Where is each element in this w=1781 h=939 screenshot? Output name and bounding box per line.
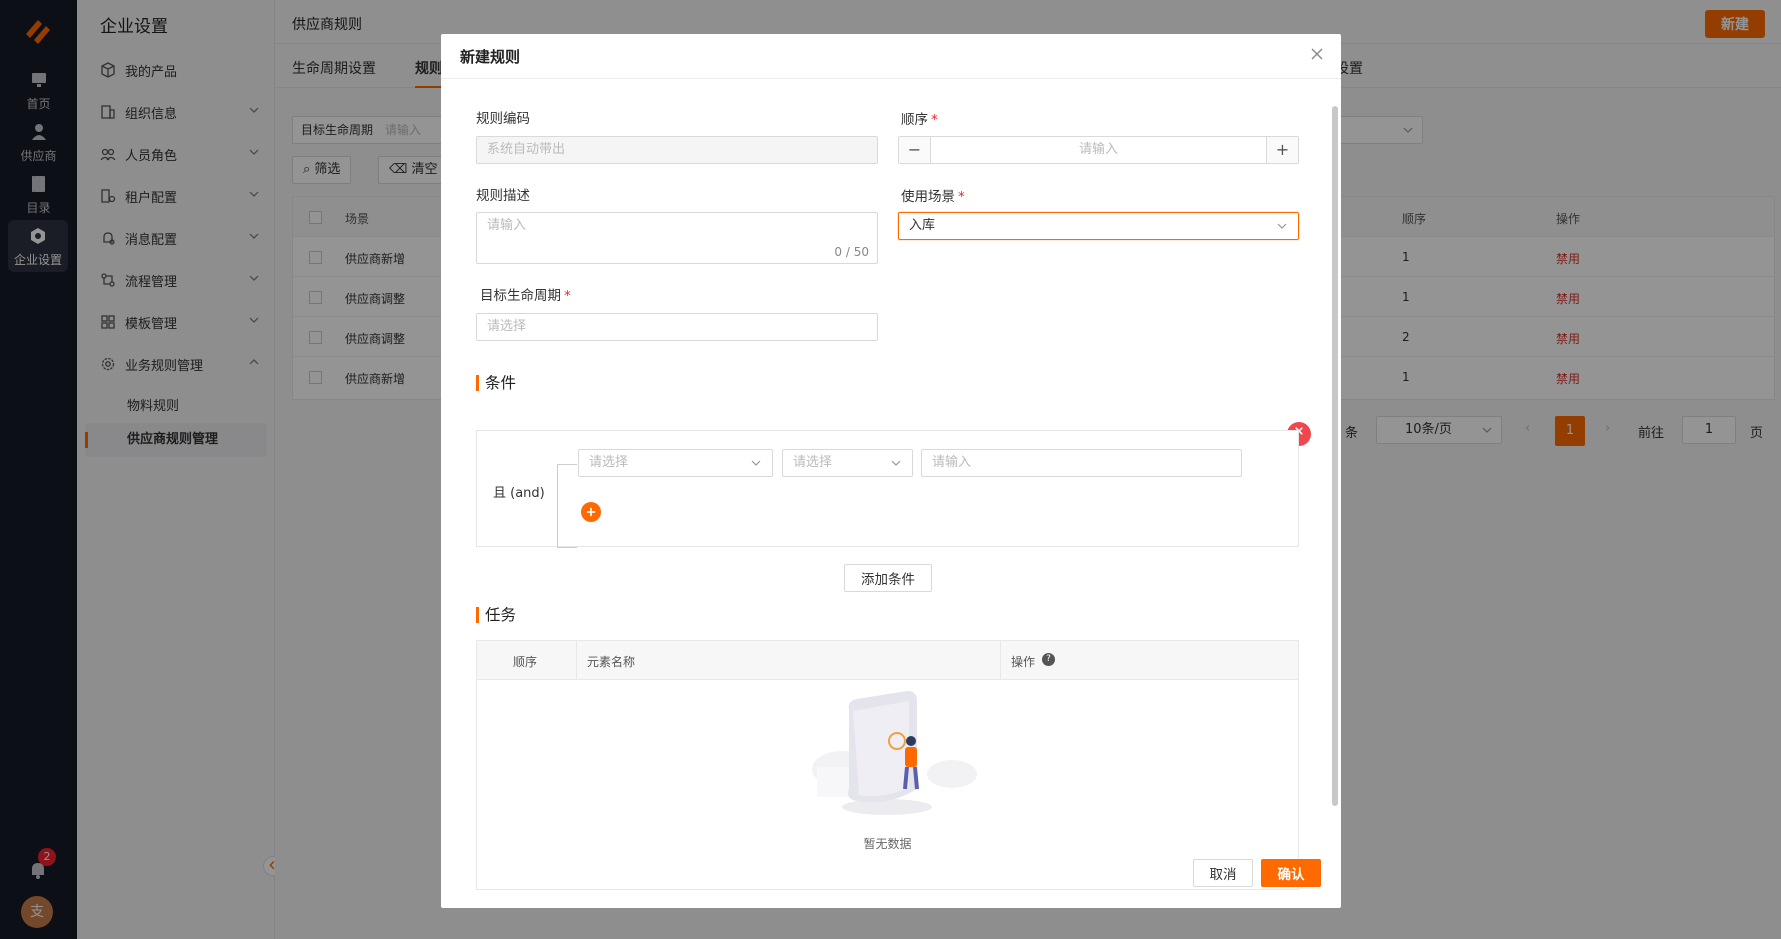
required-mark: * [564,288,571,304]
condition-operator-select[interactable]: 请选择 [782,449,913,477]
dialog-scrollbar[interactable] [1332,106,1338,806]
column-divider [1000,641,1001,680]
dialog-title: 新建规则 [460,48,521,66]
chevron-down-icon [891,460,901,466]
chevron-down-icon [1277,223,1287,229]
scene-label: 使用场景 * [901,185,965,205]
plus-icon [586,507,596,517]
add-condition-button[interactable]: 添加条件 [844,564,932,592]
empty-text: 暂无数据 [863,837,912,851]
plus-icon[interactable]: + [1266,137,1298,163]
char-counter: 0 / 50 [834,245,869,259]
and-operator-label[interactable]: 且 (and) [493,482,545,501]
lifecycle-label: 目标生命周期 * [480,284,571,304]
order-input[interactable]: 请输入 [931,137,1266,163]
condition-group: 且 (and) 请选择 请选择 请输入 [476,430,1299,548]
header-element-name: 元素名称 [587,655,636,669]
lifecycle-select[interactable]: 请选择 [476,313,878,341]
tasks-table-header: 顺序 元素名称 操作 ? [477,641,1298,680]
column-divider [576,641,577,680]
new-rule-dialog: 新建规则 规则编码 系统自动带出 顺序 * − 请输入 + 规则描述 请输入 0 … [441,34,1341,908]
add-condition-row-button[interactable] [581,502,601,522]
rule-code-label: 规则编码 [476,111,530,127]
order-label-text: 顺序 [901,112,928,128]
scene-select[interactable]: 入库 [898,212,1299,240]
scene-label-text: 使用场景 [901,189,955,205]
tasks-section-title: 任务 [476,607,516,623]
rule-desc-label: 规则描述 [476,188,530,204]
required-mark: * [958,189,965,205]
order-label: 顺序 * [901,108,938,128]
minus-icon[interactable]: − [899,137,931,163]
conditions-section-title: 条件 [476,375,516,391]
header-action: 操作 [1011,655,1036,669]
rule-desc-placeholder: 请输入 [487,218,527,233]
rule-code-input: 系统自动带出 [476,136,878,164]
tasks-table: 顺序 元素名称 操作 ? 暂无数据 [476,640,1299,890]
condition-value-input[interactable]: 请输入 [921,449,1242,477]
help-icon[interactable]: ? [1042,653,1055,666]
order-stepper[interactable]: − 请输入 + [898,136,1299,164]
header-order: 顺序 [513,655,538,669]
rule-desc-textarea[interactable]: 请输入 0 / 50 [476,212,878,264]
empty-illustration [812,691,977,815]
lifecycle-label-text: 目标生命周期 [480,288,561,304]
confirm-button[interactable]: 确认 [1261,859,1321,887]
condition-bracket [557,464,577,548]
condition-operator-placeholder: 请选择 [793,455,833,470]
scene-value: 入库 [909,218,936,233]
required-mark: * [931,112,938,128]
condition-field-select[interactable]: 请选择 [578,449,773,477]
cancel-button[interactable]: 取消 [1193,859,1253,887]
close-icon[interactable] [1309,46,1325,62]
condition-field-placeholder: 请选择 [589,455,629,470]
dialog-divider [441,78,1341,79]
chevron-down-icon [751,460,761,466]
